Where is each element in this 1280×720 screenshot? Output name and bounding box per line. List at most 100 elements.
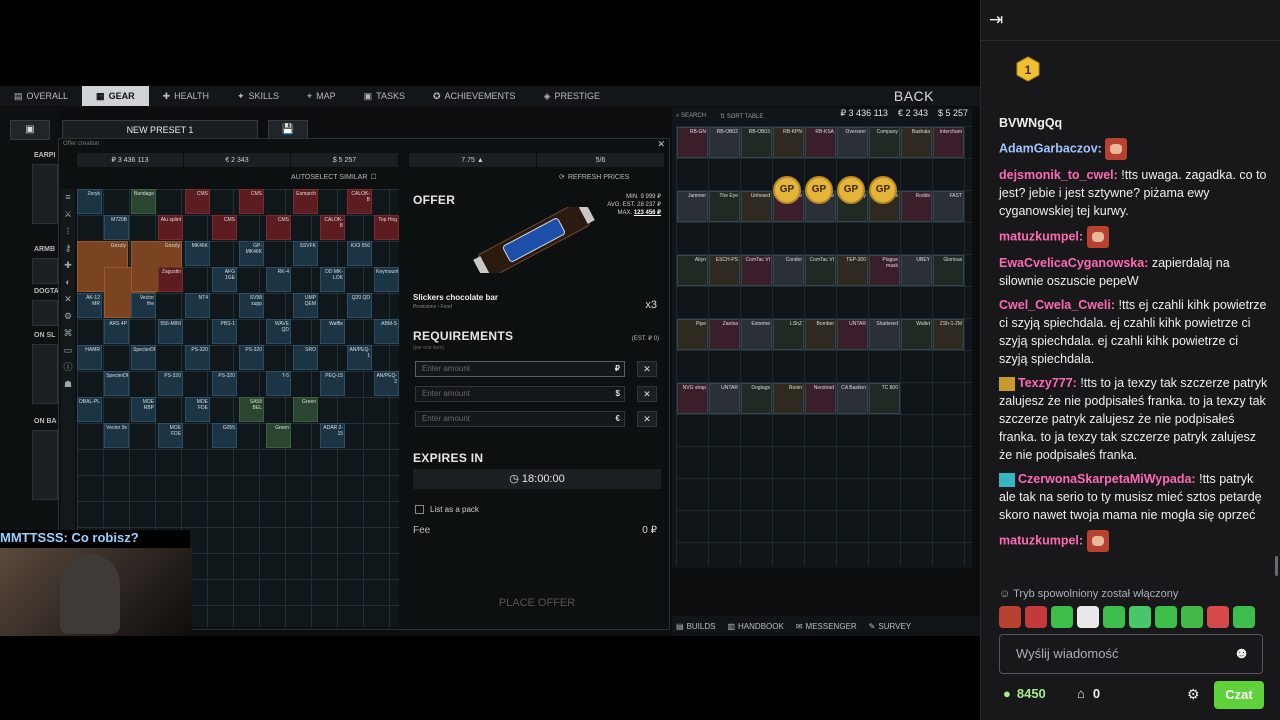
inventory-item[interactable]: Waffle <box>320 319 345 344</box>
tab-health[interactable]: ✚ HEALTH <box>149 86 223 106</box>
inventory-item[interactable]: PEQ-15 <box>320 371 345 396</box>
inventory-item[interactable]: Vector 9x <box>104 423 129 448</box>
stash-item[interactable]: Rodds <box>901 191 932 222</box>
inventory-item[interactable]: MOE RBP <box>131 397 156 422</box>
inventory-item[interactable]: Q20 QD <box>347 293 372 318</box>
inventory-item[interactable]: AN/PEQ-1 <box>347 345 372 370</box>
inventory-item[interactable]: Green <box>293 397 318 422</box>
stash-item[interactable]: Bashala <box>901 127 932 158</box>
equipment-slot[interactable] <box>32 344 58 404</box>
stash-item[interactable]: ComTac VI <box>805 255 836 286</box>
inventory-item[interactable]: ABM-S <box>374 319 399 344</box>
emote-button[interactable] <box>1103 606 1125 628</box>
back-button[interactable]: BACK <box>894 88 934 104</box>
emote-button[interactable] <box>1155 606 1177 628</box>
inventory-item[interactable]: CALOK-B <box>347 189 372 214</box>
stash-item[interactable]: RB-OB02 <box>709 127 740 158</box>
filter-gear-icon[interactable]: ☗ <box>61 376 75 393</box>
inventory-item[interactable]: Esmarch <box>293 189 318 214</box>
collapse-chat-icon[interactable]: ⇥ <box>989 10 1003 30</box>
stash-item[interactable]: The Eye <box>709 191 740 222</box>
inventory-item[interactable]: CMS <box>266 215 291 240</box>
autoselect-similar[interactable]: AUTOSELECT SIMILAR ☐ <box>291 173 377 182</box>
emote-button[interactable] <box>1025 606 1047 628</box>
emote-button[interactable] <box>1181 606 1203 628</box>
filter-mod-icon[interactable]: ⚙ <box>61 308 75 325</box>
equipment-slot[interactable] <box>32 258 58 284</box>
inventory-item[interactable]: SSVFK <box>293 241 318 266</box>
inventory-item[interactable]: PS-320 <box>239 345 264 370</box>
tab-prestige[interactable]: ◈ PRESTIGE <box>530 86 614 106</box>
chat-input[interactable]: Wyślij wiadomość ☻ <box>999 634 1263 674</box>
stash-item[interactable]: Zaetsa <box>709 319 740 350</box>
stash-item[interactable]: Jammer <box>677 191 708 222</box>
preset-menu-button[interactable]: ▣ <box>10 120 50 140</box>
stash-item[interactable]: ComTac VI <box>741 255 772 286</box>
inventory-item[interactable]: CMS <box>212 215 237 240</box>
chat-username[interactable]: BVWNgQq <box>999 116 1062 130</box>
gp-coin-icon[interactable]: GP <box>837 176 865 204</box>
tab-overall[interactable]: ▤ OVERALL <box>0 86 82 106</box>
equipment-slot[interactable] <box>32 164 58 224</box>
inventory-item[interactable]: T-5 <box>266 371 291 396</box>
inventory-item[interactable]: Alu splint <box>158 215 183 240</box>
inventory-item[interactable]: PS-320 <box>212 371 237 396</box>
stash-item[interactable]: RB-KPN <box>773 127 804 158</box>
filter-food-icon[interactable]: ◐ <box>61 274 75 291</box>
dollar-amount-input[interactable]: Enter amount $ <box>415 386 625 402</box>
inventory-item[interactable]: CALOK-B <box>320 215 345 240</box>
inventory-item[interactable]: Zagustin <box>158 267 183 292</box>
stash-item[interactable]: RB-KSA <box>805 127 836 158</box>
stash-grid[interactable]: RB-GN RB-OB02 RB-OB03 RB-KPN RB-KSA Overseer C… <box>676 126 972 566</box>
rouble-amount-input[interactable]: Enter amount ₽ <box>415 361 625 377</box>
gp-coin-icon[interactable]: GP <box>773 176 801 204</box>
chat-username[interactable]: CzerwonaSkarpetaMiWypada: <box>1018 472 1196 486</box>
inventory-item[interactable]: Top Hog <box>374 215 399 240</box>
stash-item[interactable]: Pipe <box>677 319 708 350</box>
inventory-item[interactable]: PS-320 <box>158 371 183 396</box>
chat-username[interactable]: dejsmonik_to_cwel: <box>999 168 1118 182</box>
inventory-item[interactable]: Green <box>266 423 291 448</box>
stash-item[interactable]: Extreme <box>741 319 772 350</box>
emote-picker-icon[interactable]: ☻ <box>1233 635 1250 673</box>
stash-item[interactable]: Shattered <box>869 319 900 350</box>
gp-coin-icon[interactable]: GP <box>869 176 897 204</box>
chat-send-button[interactable]: Czat <box>1214 681 1264 709</box>
stash-item[interactable]: Glorious <box>933 255 964 286</box>
stash-item[interactable]: Bomber <box>805 319 836 350</box>
stash-item[interactable]: UNTAR <box>709 383 740 414</box>
chat-username[interactable]: Texzy777: <box>1018 376 1077 390</box>
emote-button[interactable] <box>1077 606 1099 628</box>
inventory-item[interactable]: GP-MK46K <box>239 241 264 266</box>
chat-settings-icon[interactable]: ⚙ <box>1187 686 1200 703</box>
search-button[interactable]: ⌕ SEARCH <box>676 113 706 120</box>
filter-close-icon[interactable]: ✕ <box>61 291 75 308</box>
stash-item[interactable]: Wallet <box>901 319 932 350</box>
emote-button[interactable] <box>1129 606 1151 628</box>
inventory-item[interactable]: WAVE QD <box>266 319 291 344</box>
filter-container-icon[interactable]: ▭ <box>61 342 75 359</box>
stash-item[interactable]: LShZ <box>773 319 804 350</box>
stash-item[interactable]: RB-GN <box>677 127 708 158</box>
stash-item[interactable]: Neostrad <box>805 383 836 414</box>
inventory-item[interactable]: CMS <box>185 189 210 214</box>
chat-username[interactable]: matuzkumpel: <box>999 229 1083 243</box>
remove-requirement-button[interactable]: ✕ <box>637 386 657 402</box>
expiry-timer[interactable]: ◷ 18:00:00 <box>413 469 661 489</box>
messenger-button[interactable]: ✉ MESSENGER <box>796 622 857 631</box>
inventory-item[interactable]: UMP QEM <box>293 293 318 318</box>
inventory-item[interactable]: M720B <box>104 215 129 240</box>
inventory-item[interactable]: RK-4 <box>266 267 291 292</box>
inventory-item[interactable]: ARS 4P <box>104 319 129 344</box>
stash-item[interactable]: RB-OB03 <box>741 127 772 158</box>
filter-weapon-icon[interactable]: ⚔ <box>61 206 75 223</box>
inventory-item[interactable]: PS-320 <box>185 345 210 370</box>
stash-item[interactable]: Company <box>869 127 900 158</box>
preset-name[interactable]: NEW PRESET 1 <box>62 120 258 140</box>
handbook-button[interactable]: ▥ HANDBOOK <box>727 622 783 631</box>
inventory-item[interactable]: SV98 supp <box>239 293 264 318</box>
survey-button[interactable]: ✎ SURVEY <box>869 622 911 631</box>
stash-item[interactable]: Condor <box>773 255 804 286</box>
inventory-item[interactable]: SRO <box>293 345 318 370</box>
save-preset-button[interactable]: 💾 <box>268 120 308 140</box>
